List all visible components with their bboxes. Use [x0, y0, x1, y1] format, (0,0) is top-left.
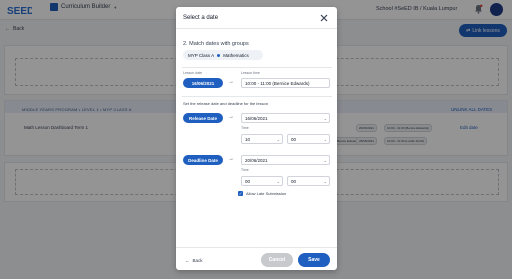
deadline-time-label: Time — [241, 168, 249, 172]
step-label: 2. Match dates with groups — [183, 41, 249, 47]
release-deadline-instructions: Set the release date and deadline for th… — [183, 101, 268, 106]
release-date-pill: Release Date — [183, 113, 223, 123]
close-icon[interactable] — [320, 14, 328, 22]
divider — [182, 96, 332, 97]
select-date-modal: Select a date 2. Match dates with groups… — [176, 7, 337, 270]
late-submission-label: Allow Late Submission — [246, 191, 287, 196]
lesson-date-pill: 16/06/2021 — [183, 78, 223, 88]
chevron-down-icon: ⌄ — [323, 179, 327, 184]
deadline-hour-select[interactable]: 00 ⌄ — [241, 176, 283, 186]
release-time-label: Time — [241, 126, 249, 130]
deadline-minute-value: 00 — [291, 178, 297, 184]
late-submission-checkbox[interactable]: ✓ Allow Late Submission — [238, 191, 286, 196]
chevron-down-icon: ⌄ — [323, 137, 327, 142]
release-minute-value: 00 — [291, 136, 297, 142]
modal-header: Select a date — [176, 7, 337, 29]
lesson-time-value: 10:00 - 11:00 (Bernice Edwards) — [245, 80, 310, 86]
subject-tag: Mathematics — [223, 52, 249, 58]
arrow-right-icon: → — [228, 79, 234, 85]
release-hour-value: 10 — [245, 136, 251, 142]
deadline-date-input[interactable]: 20/06/2021 ⌄ — [241, 155, 330, 165]
chevron-down-icon: ⌄ — [276, 179, 280, 184]
lesson-date-label: Lesson date — [183, 71, 203, 75]
group-tag: MYP Class A Mathematics — [183, 50, 263, 60]
modal-back-label: Back — [192, 258, 203, 263]
chevron-down-icon: ⌄ — [276, 137, 280, 142]
save-button[interactable]: Save — [298, 253, 330, 267]
chevron-down-icon: ⌄ — [323, 158, 327, 163]
release-date-input[interactable]: 16/06/2021 ⌄ — [241, 113, 330, 123]
arrow-right-icon: → — [228, 114, 234, 120]
deadline-date-value: 20/06/2021 — [245, 157, 268, 163]
deadline-minute-select[interactable]: 00 ⌄ — [287, 176, 330, 186]
release-hour-select[interactable]: 10 ⌄ — [241, 134, 283, 144]
chevron-down-icon: ⌄ — [323, 116, 327, 121]
lesson-time-field: 10:00 - 11:00 (Bernice Edwards) — [241, 78, 330, 88]
separator-dot — [217, 53, 221, 57]
arrow-left-icon: ← — [185, 258, 190, 263]
lesson-time-label: Lesson time — [241, 71, 260, 75]
deadline-hour-value: 00 — [245, 178, 251, 184]
deadline-date-pill: Deadline Date — [183, 155, 223, 165]
modal-title: Select a date — [183, 15, 219, 21]
arrow-right-icon: → — [228, 156, 234, 162]
modal-back-button[interactable]: ← Back — [185, 258, 203, 263]
divider — [182, 67, 332, 68]
class-tag: MYP Class A — [188, 52, 215, 58]
cancel-button[interactable]: Cancel — [261, 253, 293, 267]
release-date-value: 16/06/2021 — [245, 115, 268, 121]
divider — [176, 247, 337, 248]
checkbox-checked-icon: ✓ — [238, 191, 243, 196]
release-minute-select[interactable]: 00 ⌄ — [287, 134, 330, 144]
